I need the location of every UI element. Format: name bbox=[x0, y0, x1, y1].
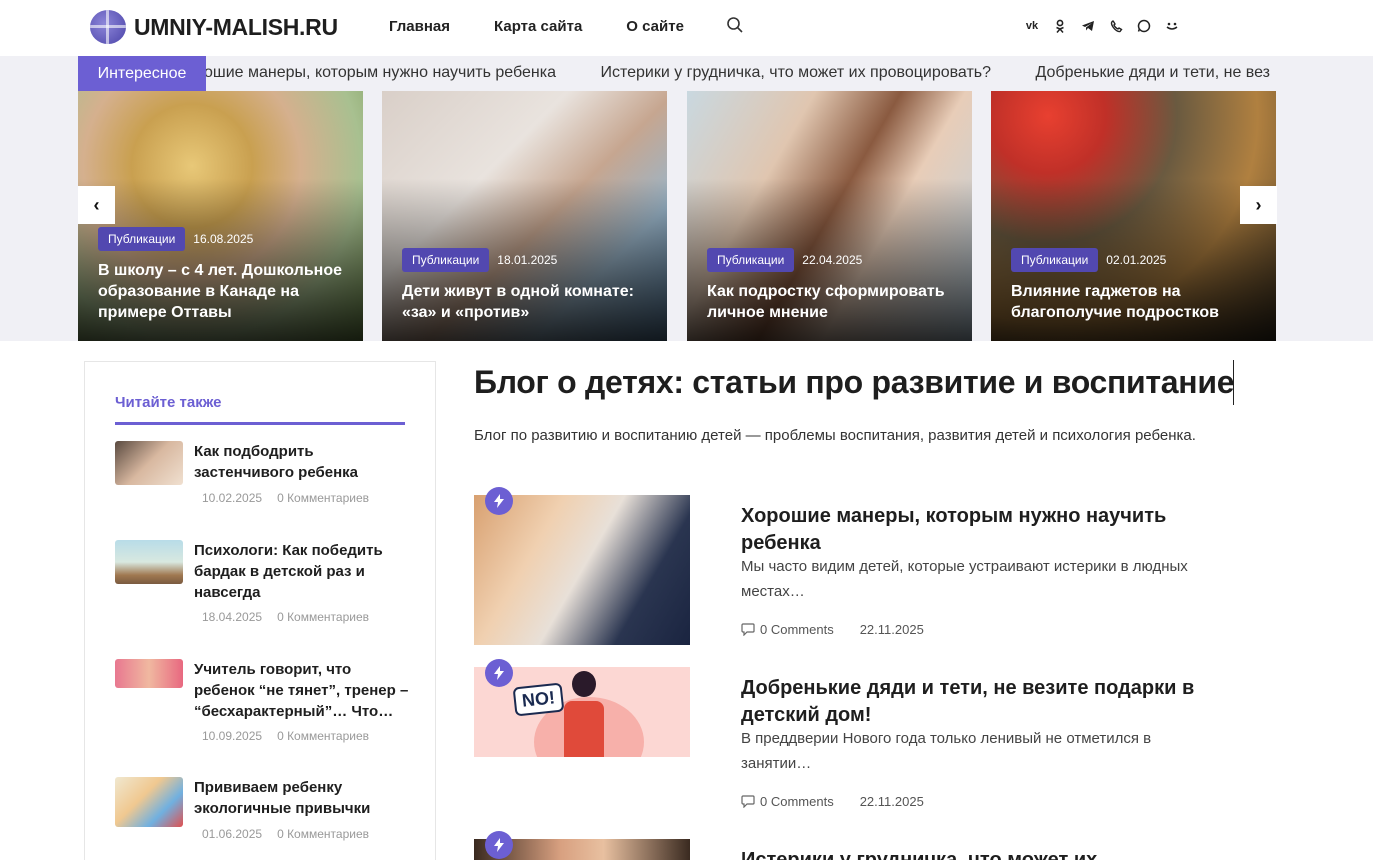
post-date: 10.02.2025 bbox=[202, 491, 263, 505]
post-thumbnail[interactable] bbox=[115, 659, 183, 688]
comments-link[interactable]: 0 Comments bbox=[741, 622, 834, 637]
post-excerpt: Мы часто видим детей, которые устраивают… bbox=[741, 558, 1188, 600]
comment-icon bbox=[741, 795, 755, 808]
post-date: 01.06.2025 bbox=[202, 827, 263, 841]
category-badge[interactable]: Публикации bbox=[1011, 248, 1099, 272]
post-thumbnail[interactable] bbox=[115, 441, 183, 485]
post-title[interactable]: Хорошие манеры, которым нужно научить ре… bbox=[741, 503, 1211, 557]
nav-about[interactable]: О сайте bbox=[626, 18, 684, 35]
page-title: Блог о детях: статьи про развитие и восп… bbox=[474, 364, 1235, 400]
bolt-icon bbox=[485, 831, 513, 859]
sidebar-post-title[interactable]: Учитель говорит, что ребенок “не тянет”,… bbox=[194, 659, 409, 722]
text-caret bbox=[1233, 360, 1234, 405]
ticker-item[interactable]: Истерики у грудничка, что может их прово… bbox=[600, 64, 991, 81]
slider-card[interactable]: Публикации 18.01.2025 Дети живут в одной… bbox=[382, 91, 667, 341]
site-logo[interactable]: UMNIY-MALISH.RU bbox=[90, 10, 338, 44]
logo-text: UMNIY-MALISH.RU bbox=[134, 13, 338, 40]
post-thumbnail[interactable] bbox=[115, 777, 183, 827]
card-date: 18.01.2025 bbox=[497, 253, 558, 267]
vk-icon[interactable]: vk bbox=[1024, 18, 1040, 34]
slider-next-button[interactable]: › bbox=[1240, 186, 1277, 224]
card-date: 16.08.2025 bbox=[193, 232, 254, 246]
post-date: 22.11.2025 bbox=[859, 794, 924, 809]
category-badge[interactable]: Публикации bbox=[98, 227, 186, 251]
bolt-icon bbox=[485, 487, 513, 515]
news-ticker: ошие манеры, которым нужно научить ребен… bbox=[206, 56, 1276, 91]
nav-home[interactable]: Главная bbox=[389, 18, 450, 35]
category-badge[interactable]: Публикации bbox=[707, 248, 795, 272]
comments-count[interactable]: 0 Комментариев bbox=[277, 610, 369, 624]
comments-count[interactable]: 0 Комментариев bbox=[277, 827, 369, 841]
card-title[interactable]: Как подростку сформировать личное мнение bbox=[707, 281, 952, 323]
sidebar-title: Читайте также bbox=[115, 394, 222, 411]
bolt-icon bbox=[485, 659, 513, 687]
comments-count[interactable]: 0 Комментариев bbox=[277, 729, 369, 743]
sidebar-post-title[interactable]: Как подбодрить застенчивого ребенка bbox=[194, 441, 409, 483]
slider-card[interactable]: Публикации 16.08.2025 В школу – с 4 лет.… bbox=[78, 91, 363, 341]
slider-prev-button[interactable]: ‹ bbox=[78, 186, 115, 224]
comments-count[interactable]: 0 Комментариев bbox=[277, 491, 369, 505]
sidebar-post-title[interactable]: Психологи: Как победить бардак в детской… bbox=[194, 540, 409, 603]
ticker-item[interactable]: Добренькие дяди и тети, не вез bbox=[1036, 64, 1270, 81]
slider-card[interactable]: Публикации 22.04.2025 Как подростку сфор… bbox=[687, 91, 972, 341]
sidebar-post-title[interactable]: Прививаем ребенку экологичные привычки bbox=[194, 777, 409, 819]
post-title[interactable]: Истерики у грудничка, что может их bbox=[741, 847, 1211, 860]
category-badge[interactable]: Публикации bbox=[402, 248, 490, 272]
main-nav: Главная Карта сайта О сайте bbox=[389, 18, 728, 35]
post-excerpt: В преддверии Нового года только ленивый … bbox=[741, 730, 1152, 772]
comment-icon bbox=[741, 623, 755, 636]
post-image-text: NO! bbox=[512, 682, 565, 717]
card-date: 02.01.2025 bbox=[1106, 253, 1167, 267]
card-title[interactable]: Влияние гаджетов на благополучие подрост… bbox=[1011, 281, 1256, 323]
sidebar-widget: Читайте также Как подбодрить застенчивог… bbox=[84, 361, 436, 860]
post-image[interactable] bbox=[474, 495, 690, 645]
ticker-label: Интересное bbox=[78, 56, 206, 91]
telegram-icon[interactable] bbox=[1080, 18, 1096, 34]
slider-card[interactable]: Публикации 02.01.2025 Влияние гаджетов н… bbox=[991, 91, 1276, 341]
post-thumbnail[interactable] bbox=[115, 540, 183, 584]
post-date: 22.11.2025 bbox=[859, 622, 924, 637]
nav-sitemap[interactable]: Карта сайта bbox=[494, 18, 582, 35]
zen-icon[interactable] bbox=[1164, 18, 1180, 34]
card-date: 22.04.2025 bbox=[802, 253, 863, 267]
post-date: 10.09.2025 bbox=[202, 729, 263, 743]
ticker-item[interactable]: ошие манеры, которым нужно научить ребен… bbox=[206, 64, 556, 81]
whatsapp-icon[interactable] bbox=[1136, 18, 1152, 34]
globe-icon bbox=[90, 10, 126, 44]
site-header: UMNIY-MALISH.RU Главная Карта сайта О са… bbox=[0, 0, 1373, 56]
sidebar-divider bbox=[115, 422, 405, 425]
card-title[interactable]: Дети живут в одной комнате: «за» и «прот… bbox=[402, 281, 647, 323]
viber-icon[interactable] bbox=[1108, 18, 1124, 34]
card-title[interactable]: В школу – с 4 лет. Дошкольное образовани… bbox=[98, 260, 343, 323]
social-links: vk bbox=[1024, 18, 1192, 34]
post-title[interactable]: Добренькие дяди и тети, не везите подарк… bbox=[741, 675, 1211, 729]
comments-link[interactable]: 0 Comments bbox=[741, 794, 834, 809]
page-intro: Блог по развитию и воспитанию детей — пр… bbox=[474, 427, 1196, 444]
ok-icon[interactable] bbox=[1052, 18, 1068, 34]
post-date: 18.04.2025 bbox=[202, 610, 263, 624]
search-icon[interactable] bbox=[726, 16, 744, 34]
